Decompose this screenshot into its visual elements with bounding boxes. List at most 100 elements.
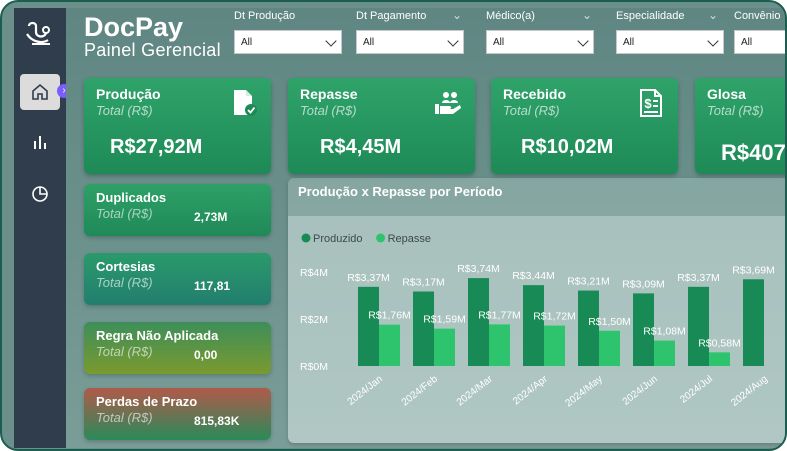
bar-produzido bbox=[468, 278, 489, 366]
data-label: R$3,44M bbox=[512, 270, 555, 282]
x-tick-label: 2024/Mar bbox=[455, 373, 496, 408]
filter-convenio: Convênio All bbox=[734, 10, 785, 54]
chart-producao-repasse[interactable]: Produção x Repasse por Período Produzido… bbox=[288, 178, 785, 443]
receipt-dollar-icon: $ bbox=[640, 89, 662, 117]
card-title: Regra Não Aplicada bbox=[96, 328, 219, 343]
filter-dt-pagamento: Dt Pagamento All bbox=[356, 10, 464, 54]
bar-repasse bbox=[434, 328, 455, 366]
nav-charts-button[interactable] bbox=[20, 124, 60, 160]
chevron-down-icon bbox=[325, 35, 337, 47]
card-perdas-de-prazo[interactable]: Perdas de Prazo Total (R$) 815,83K bbox=[84, 388, 271, 440]
bar-repasse bbox=[489, 324, 510, 366]
hand-people-icon bbox=[435, 92, 461, 114]
bar-chart: Produzido Repasse R$4M R$2M R$0M R$3,37M R$1,7… bbox=[300, 233, 775, 410]
svg-text:$: $ bbox=[644, 96, 652, 111]
stethoscope-logo-icon bbox=[24, 20, 56, 50]
legend-marker bbox=[301, 233, 311, 243]
app-title: DocPay bbox=[84, 12, 184, 42]
card-title: Perdas de Prazo bbox=[96, 394, 198, 409]
x-tick-label: 2024/Aug bbox=[729, 374, 770, 409]
data-label: R$3,37M bbox=[677, 272, 720, 284]
card-value: 815,83K bbox=[194, 414, 240, 428]
data-label: R$1,50M bbox=[588, 316, 631, 328]
x-tick-label: 2024/Jun bbox=[621, 374, 660, 408]
filter-select[interactable]: All bbox=[234, 30, 342, 54]
x-tick-label: 2024/Jul bbox=[678, 374, 715, 406]
filter-select[interactable]: All bbox=[734, 30, 785, 54]
filter-select[interactable]: All bbox=[356, 30, 464, 54]
bar-repasse bbox=[654, 340, 675, 366]
nav-pie-button[interactable] bbox=[20, 176, 60, 212]
legend-marker bbox=[376, 233, 386, 243]
data-label: R$1,59M bbox=[423, 314, 466, 326]
filter-select[interactable]: All bbox=[486, 30, 594, 54]
data-label: R$3,74M bbox=[457, 263, 500, 275]
kpi-title: Repasse bbox=[300, 86, 358, 102]
kpi-subtitle: Total (R$) bbox=[707, 103, 764, 118]
card-value: 0,00 bbox=[194, 348, 218, 362]
card-duplicados[interactable]: Duplicados Total (R$) 2,73M bbox=[84, 184, 271, 236]
app-frame: › DocPay Painel Gerencial Dt Produção Al… bbox=[0, 0, 787, 451]
filter-label: Dt Pagamento bbox=[356, 10, 427, 22]
x-tick-label: 2024/Apr bbox=[511, 373, 550, 407]
document-check-icon bbox=[234, 90, 257, 116]
card-cortesias[interactable]: Cortesias Total (R$) 117,81 bbox=[84, 253, 271, 305]
bar-repasse bbox=[709, 352, 730, 366]
bar-repasse bbox=[544, 325, 565, 366]
filter-label: Dt Produção bbox=[234, 10, 296, 22]
chevron-down-icon bbox=[447, 35, 459, 47]
kpi-value: R$10,02M bbox=[521, 136, 614, 158]
bar-repasse bbox=[379, 324, 400, 366]
kpi-subtitle: Total (R$) bbox=[96, 103, 153, 118]
data-label: R$3,37M bbox=[347, 272, 390, 284]
nav-home-button[interactable] bbox=[20, 74, 60, 110]
app-subtitle: Painel Gerencial bbox=[84, 40, 221, 60]
data-label: R$3,69M bbox=[732, 264, 775, 276]
bar-produzido bbox=[523, 285, 544, 366]
card-value: 2,73M bbox=[194, 210, 228, 224]
kpi-card-glosa[interactable]: Glosa Total (R$) R$407 bbox=[695, 78, 786, 174]
main-panel: DocPay Painel Gerencial Dt Produção All … bbox=[66, 8, 786, 448]
data-label: R$3,17M bbox=[402, 277, 445, 289]
card-regra-nao-aplicada[interactable]: Regra Não Aplicada Total (R$) 0,00 bbox=[84, 322, 271, 374]
clear-filter-icon[interactable]: ⌄ bbox=[452, 8, 462, 22]
data-label: R$0,58M bbox=[698, 337, 741, 349]
kpi-value: R$4,45M bbox=[320, 136, 402, 158]
filter-label: Convênio bbox=[734, 10, 781, 22]
y-tick-label: R$2M bbox=[300, 314, 328, 326]
bar-repasse bbox=[599, 330, 620, 366]
legend-label: Repasse bbox=[388, 233, 431, 245]
filter-select[interactable]: All bbox=[616, 30, 724, 54]
kpi-card-producao[interactable]: Produção Total (R$) R$27,92M bbox=[84, 78, 271, 174]
filter-dt-producao: Dt Produção All bbox=[234, 10, 342, 54]
home-icon bbox=[32, 83, 48, 100]
clear-filter-icon[interactable]: ⌄ bbox=[582, 8, 592, 22]
chart-title: Produção x Repasse por Período bbox=[298, 184, 503, 199]
legend-label: Produzido bbox=[313, 233, 363, 245]
data-label: R$1,77M bbox=[478, 309, 521, 321]
bar-chart-icon bbox=[34, 136, 46, 149]
kpi-value: R$407 bbox=[721, 140, 786, 165]
bar-produzido bbox=[688, 286, 709, 366]
pie-chart-icon bbox=[32, 186, 48, 202]
filter-label: Médico(a) bbox=[486, 10, 535, 22]
x-tick-label: 2024/Jan bbox=[346, 374, 385, 408]
x-tick-label: 2024/Feb bbox=[400, 373, 440, 408]
card-subtitle: Total (R$) bbox=[96, 410, 153, 425]
kpi-value: R$27,92M bbox=[110, 136, 203, 158]
kpi-card-recebido[interactable]: Recebido Total (R$) R$10,02M $ bbox=[491, 78, 678, 174]
bar-produzido bbox=[578, 290, 599, 366]
bar-produzido bbox=[358, 286, 379, 366]
kpi-card-repasse[interactable]: Repasse Total (R$) R$4,45M bbox=[288, 78, 475, 174]
bar-produzido bbox=[743, 279, 764, 366]
kpi-subtitle: Total (R$) bbox=[503, 103, 560, 118]
clear-filter-icon[interactable]: ⌄ bbox=[708, 8, 718, 22]
card-title: Duplicados bbox=[96, 190, 167, 205]
kpi-title: Recebido bbox=[503, 86, 567, 102]
card-value: 117,81 bbox=[194, 279, 231, 293]
kpi-title: Glosa bbox=[707, 86, 746, 102]
chart-area: Produzido Repasse R$4M R$2M R$0M R$3,37M R$1,7… bbox=[288, 216, 785, 443]
x-tick-label: 2024/May bbox=[563, 374, 604, 410]
card-subtitle: Total (R$) bbox=[96, 275, 153, 290]
bar-produzido bbox=[413, 291, 434, 366]
